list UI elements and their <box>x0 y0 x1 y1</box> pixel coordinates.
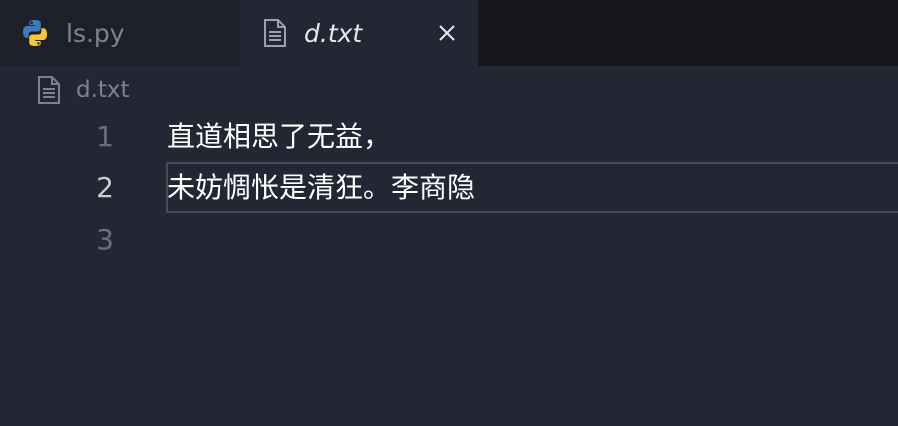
editor-window: ls.py d.txt d.txt 1 直道相思了无益， 2 未妨惆怅是清狂。李… <box>0 0 898 426</box>
line-number: 2 <box>96 171 114 204</box>
text-editor[interactable]: 1 直道相思了无益， 2 未妨惆怅是清狂。李商隐 3 <box>0 110 898 426</box>
breadcrumb[interactable]: d.txt <box>36 72 130 108</box>
editor-line[interactable]: 3 <box>0 214 898 265</box>
line-number: 3 <box>96 223 114 256</box>
editor-line[interactable]: 1 直道相思了无益， <box>0 111 898 162</box>
tab-ls-py[interactable]: ls.py <box>0 0 240 66</box>
editor-line-current[interactable]: 2 未妨惆怅是清狂。李商隐 <box>0 162 898 213</box>
text-file-icon <box>36 75 62 105</box>
text-file-icon <box>262 18 288 48</box>
tab-label: ls.py <box>66 18 125 48</box>
python-icon <box>20 18 50 48</box>
tab-d-txt[interactable]: d.txt <box>240 0 478 66</box>
tab-bar: ls.py d.txt <box>0 0 898 66</box>
close-icon[interactable] <box>430 16 464 50</box>
line-text[interactable]: 未妨惆怅是清狂。李商隐 <box>167 162 475 213</box>
tab-label: d.txt <box>304 18 363 48</box>
breadcrumb-label: d.txt <box>76 77 130 103</box>
line-text[interactable]: 直道相思了无益， <box>167 111 391 162</box>
line-number: 1 <box>96 120 114 153</box>
